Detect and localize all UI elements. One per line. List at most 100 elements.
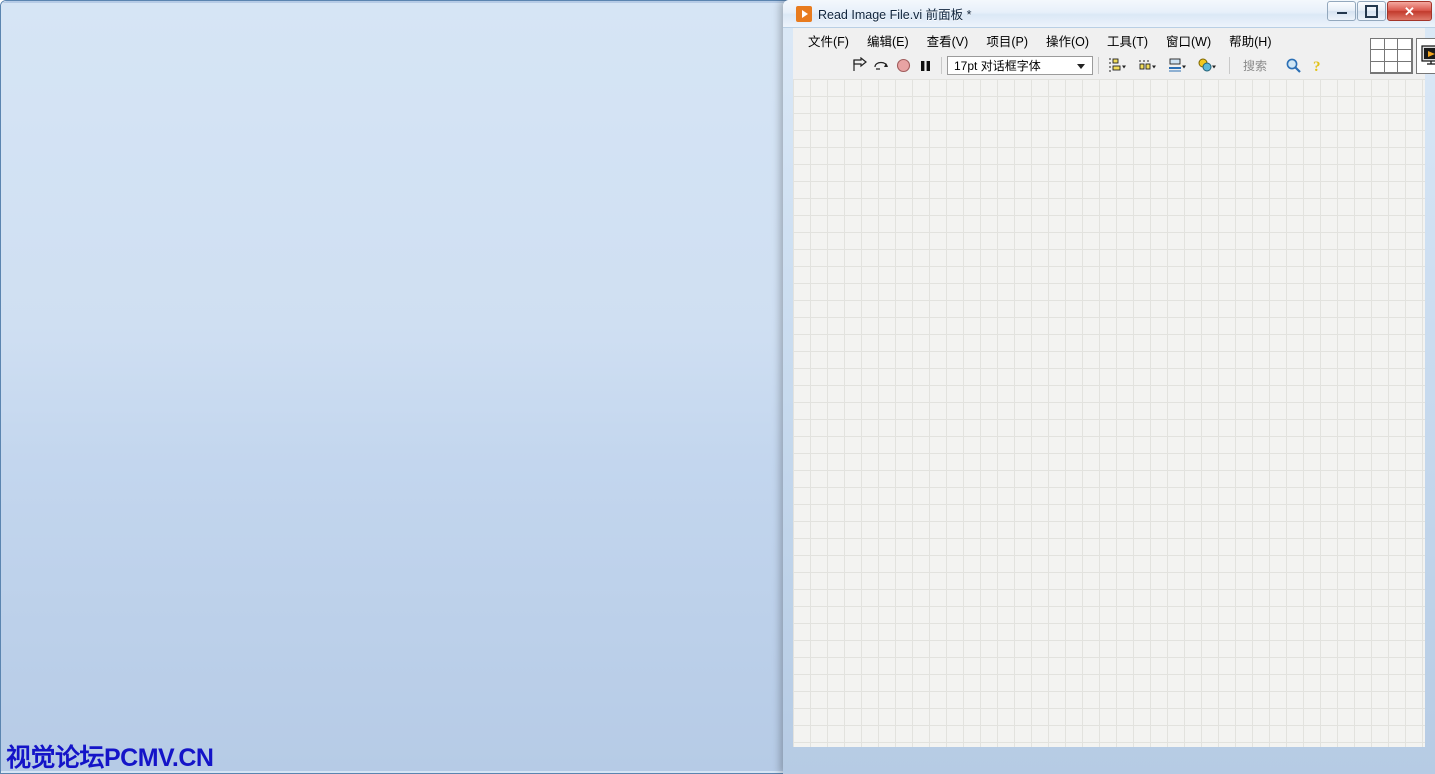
comment-create-an-image: Create an image — [282, 296, 389, 315]
menu-window[interactable]: 窗口(W) — [371, 28, 434, 51]
comment-get-image-type: Get image type — [185, 296, 277, 315]
reorder-icon[interactable] — [1194, 56, 1224, 76]
chevron-down-icon — [390, 63, 398, 68]
font-selector[interactable]: 17pt 对话框字体 — [258, 55, 406, 74]
seq-tick — [120, 379, 130, 389]
seq-tick — [638, 379, 648, 389]
fp-menu-project[interactable]: 项目(P) — [977, 29, 1037, 52]
seq-tick — [596, 379, 606, 389]
minimize-button[interactable] — [1327, 1, 1356, 21]
comment-read-an-image-from-file: Read an image from file — [394, 296, 497, 332]
vi-icon-pane[interactable] — [1416, 38, 1435, 74]
seq-tick — [232, 379, 242, 389]
fp-font-selector[interactable]: 17pt 对话框字体 — [947, 56, 1093, 75]
fp-menu-view[interactable]: 查看(V) — [918, 29, 978, 52]
seq-tick — [274, 379, 284, 389]
seq-tick — [78, 379, 88, 389]
run-continuously-icon[interactable] — [870, 56, 892, 76]
maximize-button[interactable] — [1357, 1, 1386, 21]
fp-font-selector-value: 17pt 对话框字体 — [954, 57, 1041, 74]
pause-icon[interactable] — [914, 56, 936, 76]
fp-menu-operate[interactable]: 操作(O) — [1037, 29, 1098, 52]
seq-tick — [106, 379, 116, 389]
seq-tick — [470, 379, 480, 389]
seq-tick — [372, 132, 382, 142]
imaq-create-vi[interactable]: ? — [210, 228, 241, 262]
seq-tick — [176, 379, 186, 389]
menu-edit[interactable]: 编辑(E) — [72, 28, 132, 51]
search-placeholder: 搜索 — [1243, 57, 1267, 74]
select-image-file-label[interactable]: Select an Image File — [75, 187, 191, 206]
step-out-icon[interactable] — [223, 54, 245, 74]
distribute-objects-icon[interactable] — [1134, 56, 1164, 76]
image-indicator-terminal[interactable] — [460, 198, 496, 215]
seq-tick — [372, 379, 382, 389]
highlight-execution-bulb-icon[interactable] — [135, 54, 157, 74]
menu-help[interactable]: 帮助(H) — [434, 28, 494, 51]
indicator-glyph — [473, 200, 488, 214]
fp-menu-tools[interactable]: 工具(T) — [1098, 29, 1157, 52]
seq-tick — [484, 379, 494, 389]
connector-pane-grid[interactable] — [1370, 38, 1413, 74]
svg-text:2: 2 — [417, 248, 422, 257]
abort-stop-icon[interactable] — [80, 54, 102, 74]
read-image-label[interactable]: Read Image — [255, 209, 329, 249]
fp-menu-help[interactable]: 帮助(H) — [1220, 29, 1280, 52]
seq-tick — [694, 379, 704, 389]
search-icon[interactable] — [1285, 57, 1302, 74]
imaq-windraw-vi[interactable]: 2 — [394, 228, 427, 262]
pane-cell — [1385, 50, 1399, 61]
distribute-objects-icon[interactable] — [447, 54, 477, 74]
seq-tick — [218, 379, 228, 389]
constant-corner-marker — [235, 272, 241, 278]
seq-tick — [316, 379, 326, 389]
resize-objects-icon[interactable] — [1164, 56, 1194, 76]
pane-cell — [1385, 39, 1399, 50]
seq-tick — [428, 379, 438, 389]
run-continuously-icon[interactable] — [58, 54, 80, 74]
menu-project[interactable]: 项目(P) — [191, 28, 251, 51]
abort-stop-icon[interactable] — [892, 56, 914, 76]
file-dialog-vi[interactable] — [76, 228, 106, 258]
imaq-readfile-vi[interactable]: IMAQ — [339, 228, 371, 262]
ring-constant-value: RGB (U32) — [239, 273, 298, 288]
seq-tick — [64, 132, 74, 142]
imaq-dispose-vi[interactable] — [559, 228, 588, 262]
reorder-icon[interactable] — [477, 54, 507, 74]
align-objects-icon[interactable] — [1104, 56, 1134, 76]
menu-operate[interactable]: 操作(O) — [251, 28, 312, 51]
step-into-icon[interactable] — [179, 54, 201, 74]
search-box[interactable]: 搜索 — [1237, 57, 1302, 74]
comment-free-memory: Free Memory. The image control is in Sna… — [557, 296, 698, 363]
simple-error-handler-vi[interactable]: Error ?! — [605, 228, 636, 262]
run-arrow-icon[interactable] — [848, 56, 870, 76]
pane-cell — [1371, 50, 1385, 61]
image-type-vi[interactable] — [126, 228, 156, 258]
clean-up-diagram-icon[interactable] — [507, 54, 533, 74]
image-type-ring-constant[interactable]: RGB (U32) — [233, 270, 312, 290]
seq-tick — [428, 132, 438, 142]
svg-text:?: ? — [1313, 59, 1321, 74]
seq-tick — [456, 379, 466, 389]
seq-tick — [708, 379, 718, 389]
seq-tick — [652, 132, 662, 142]
fp-menu-edit[interactable]: 编辑(E) — [858, 29, 918, 52]
boolean-true-constant[interactable]: T — [363, 349, 378, 364]
fp-menu-file[interactable]: 文件(F) — [799, 29, 858, 52]
step-over-icon[interactable] — [201, 54, 223, 74]
pause-icon[interactable] — [102, 54, 124, 74]
fp-toolbar-separator — [941, 57, 942, 74]
front-panel-toolbar: 17pt 对话框字体 搜索 — [793, 52, 1425, 79]
menu-file[interactable]: 文件(F) — [13, 28, 72, 51]
close-button[interactable]: ✕ — [1387, 1, 1432, 21]
fp-menu-window[interactable]: 窗口(W) — [1157, 29, 1220, 52]
align-objects-icon[interactable] — [417, 54, 447, 74]
run-arrow-icon[interactable] — [36, 54, 58, 74]
retain-wire-values-icon[interactable] — [157, 54, 179, 74]
context-help-icon[interactable]: ? — [1308, 56, 1330, 76]
seq-tick — [624, 132, 634, 142]
front-panel-content-area[interactable] — [793, 79, 1425, 747]
menu-view[interactable]: 查看(V) — [132, 28, 192, 51]
seq-tick — [190, 379, 200, 389]
menu-tools[interactable]: 工具(T) — [312, 28, 371, 51]
